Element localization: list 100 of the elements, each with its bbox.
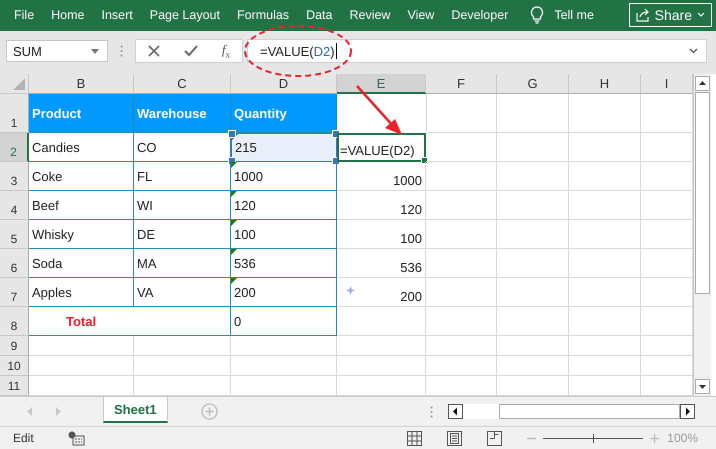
column-header[interactable]: I: [641, 74, 693, 94]
empty-cell[interactable]: [569, 356, 641, 376]
empty-cell[interactable]: [426, 133, 497, 162]
expand-chevron-icon[interactable]: [689, 48, 698, 54]
ribbon-tab[interactable]: View: [407, 8, 434, 22]
select-all-icon[interactable]: [13, 78, 25, 90]
row-header[interactable]: 4: [0, 191, 29, 220]
empty-cell[interactable]: [497, 191, 569, 220]
horizontal-scrollbar[interactable]: [448, 404, 695, 420]
ribbon-tab[interactable]: Home: [51, 8, 84, 22]
empty-cell[interactable]: [134, 356, 231, 376]
empty-cell[interactable]: [231, 356, 337, 376]
empty-cell[interactable]: [426, 94, 497, 134]
empty-cell[interactable]: [569, 278, 641, 308]
selection-handle[interactable]: [228, 130, 236, 138]
ribbon-tab[interactable]: Insert: [102, 8, 133, 22]
row-header[interactable]: 2: [0, 133, 29, 162]
normal-view-icon[interactable]: [407, 430, 422, 446]
column-header[interactable]: B: [29, 74, 134, 94]
empty-cell[interactable]: [569, 94, 641, 134]
empty-cell[interactable]: [497, 220, 569, 250]
row-header[interactable]: 7: [0, 278, 29, 308]
vertical-scrollbar[interactable]: [693, 74, 711, 396]
share-button[interactable]: Share: [628, 3, 712, 28]
row-header[interactable]: 8: [0, 307, 29, 336]
ribbon-tab[interactable]: Formulas: [236, 8, 290, 22]
empty-cell[interactable]: [426, 278, 497, 308]
table-cell: 1000: [231, 162, 337, 192]
empty-cell[interactable]: [426, 307, 497, 336]
empty-cell[interactable]: [134, 336, 231, 356]
fill-handle[interactable]: [421, 157, 428, 164]
formula-input[interactable]: =VALUE(D2): [247, 39, 707, 64]
scroll-right-icon[interactable]: [680, 404, 695, 420]
empty-cell[interactable]: [497, 94, 569, 134]
empty-cell[interactable]: [569, 249, 641, 278]
column-header[interactable]: H: [569, 74, 641, 94]
scroll-up-icon[interactable]: [695, 76, 710, 92]
empty-cell[interactable]: [426, 162, 497, 192]
empty-cell[interactable]: [337, 307, 426, 336]
empty-cell[interactable]: [569, 133, 641, 162]
ribbon-tab[interactable]: Page Layout: [150, 8, 220, 22]
name-box[interactable]: SUM: [6, 40, 108, 62]
next-sheet-icon[interactable]: [55, 407, 61, 416]
active-cell[interactable]: =VALUE(D2): [337, 133, 426, 162]
empty-cell[interactable]: [569, 220, 641, 250]
ribbon-tab[interactable]: Review: [349, 8, 390, 22]
row-header[interactable]: 3: [0, 162, 29, 192]
empty-cell[interactable]: [426, 249, 497, 278]
scroll-down-icon[interactable]: [695, 379, 710, 394]
row-header[interactable]: 11: [0, 376, 29, 396]
table-cell: 215: [231, 133, 337, 162]
empty-cell[interactable]: [497, 278, 569, 308]
empty-cell[interactable]: [426, 191, 497, 220]
scrollbar-thumb[interactable]: [498, 404, 680, 420]
table-cell: DE: [134, 220, 231, 250]
zoom-in-icon[interactable]: [650, 434, 660, 443]
row-header[interactable]: 5: [0, 220, 29, 250]
empty-cell[interactable]: [497, 307, 569, 336]
table-cell: 0: [231, 307, 337, 336]
scroll-left-icon[interactable]: [448, 404, 463, 420]
column-header[interactable]: F: [426, 74, 497, 94]
checkmark-icon[interactable]: [184, 45, 198, 58]
ribbon-tab[interactable]: Developer: [451, 8, 508, 22]
empty-cell[interactable]: [497, 249, 569, 278]
empty-cell[interactable]: [426, 220, 497, 250]
empty-cell[interactable]: [569, 307, 641, 336]
empty-cell[interactable]: [337, 336, 426, 356]
empty-cell[interactable]: [569, 336, 641, 356]
empty-cell[interactable]: [337, 356, 426, 376]
empty-cell[interactable]: [231, 336, 337, 356]
table-cell: FL: [134, 162, 231, 192]
sheet-tab[interactable]: Sheet1: [103, 397, 168, 424]
macro-recording-icon[interactable]: [68, 430, 85, 446]
page-break-icon[interactable]: [487, 430, 502, 446]
table-cell: 536: [231, 249, 337, 278]
empty-cell[interactable]: [569, 191, 641, 220]
insert-function-button[interactable]: f$_{x}$: [222, 42, 230, 60]
tell-me-search[interactable]: Tell me: [530, 6, 594, 24]
column-header[interactable]: E: [337, 74, 426, 94]
page-layout-icon[interactable]: [447, 430, 462, 446]
empty-cell[interactable]: [497, 356, 569, 376]
empty-cell[interactable]: [569, 162, 641, 192]
add-sheet-icon[interactable]: [200, 403, 218, 420]
empty-cell[interactable]: [497, 133, 569, 162]
row-header[interactable]: 10: [0, 356, 29, 376]
row-header[interactable]: 6: [0, 249, 29, 278]
column-header[interactable]: D: [231, 74, 337, 94]
row-header[interactable]: 9: [0, 336, 29, 356]
empty-cell[interactable]: [497, 336, 569, 356]
cancel-icon[interactable]: [148, 45, 160, 58]
column-header[interactable]: C: [134, 74, 231, 94]
empty-cell[interactable]: [426, 336, 497, 356]
row-header[interactable]: 1: [0, 94, 29, 134]
scrollbar-thumb[interactable]: [695, 92, 710, 294]
empty-cell[interactable]: [497, 162, 569, 192]
ribbon-tab[interactable]: Data: [306, 8, 332, 22]
previous-sheet-icon[interactable]: [27, 407, 33, 416]
ribbon-tab[interactable]: File: [14, 8, 34, 22]
column-header[interactable]: G: [497, 74, 569, 94]
empty-cell[interactable]: [426, 356, 497, 376]
